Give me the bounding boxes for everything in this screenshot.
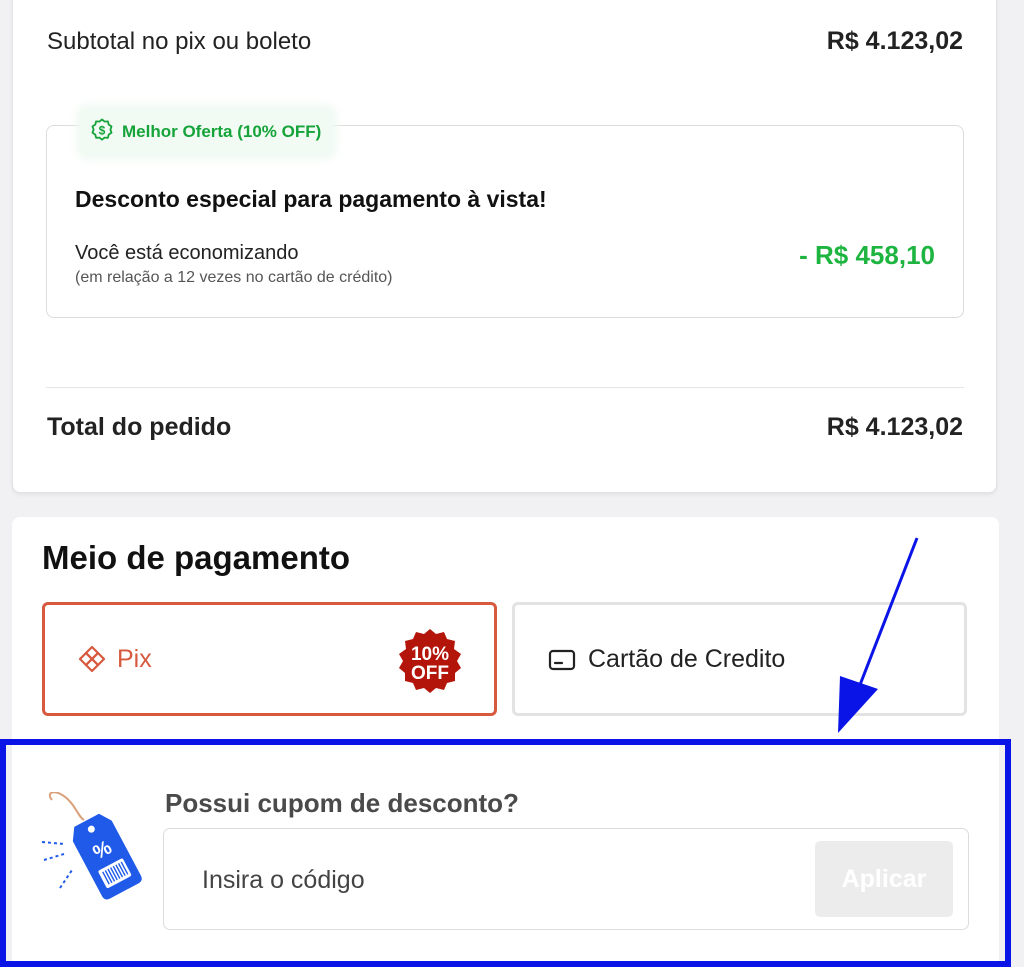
dollar-badge-icon: $ [90,118,114,147]
offer-title: Desconto especial para pagamento à vista… [75,186,547,212]
payment-option-pix[interactable]: Pix 10% OFF [42,602,497,716]
seal-line1: 10% [411,644,449,665]
payment-title: Meio de pagamento [42,539,351,576]
saving-note: (em relação a 12 vezes no cartão de créd… [75,269,393,286]
saving-value: - R$ 458,10 [799,240,935,270]
credit-card-icon [548,649,576,676]
summary-divider [46,387,964,388]
total-value: R$ 4.123,02 [826,413,963,441]
coupon-highlight-box [0,739,1011,967]
subtotal-label: Subtotal no pix ou boleto [47,28,312,55]
saving-label: Você está economizando [75,242,299,264]
subtotal-value: R$ 4.123,02 [826,27,963,55]
seal-line2: OFF [411,663,449,684]
total-label: Total do pedido [47,413,232,441]
credit-card-label: Cartão de Credito [588,645,786,673]
svg-text:$: $ [99,123,106,137]
pix-label: Pix [117,645,152,673]
payment-option-credit-card[interactable]: Cartão de Credito [512,602,967,716]
pix-icon [78,645,106,678]
best-offer-badge: $ Melhor Oferta (10% OFF) [80,108,334,156]
best-offer-text: Melhor Oferta (10% OFF) [122,122,322,141]
discount-seal-badge: 10% OFF [399,629,461,693]
